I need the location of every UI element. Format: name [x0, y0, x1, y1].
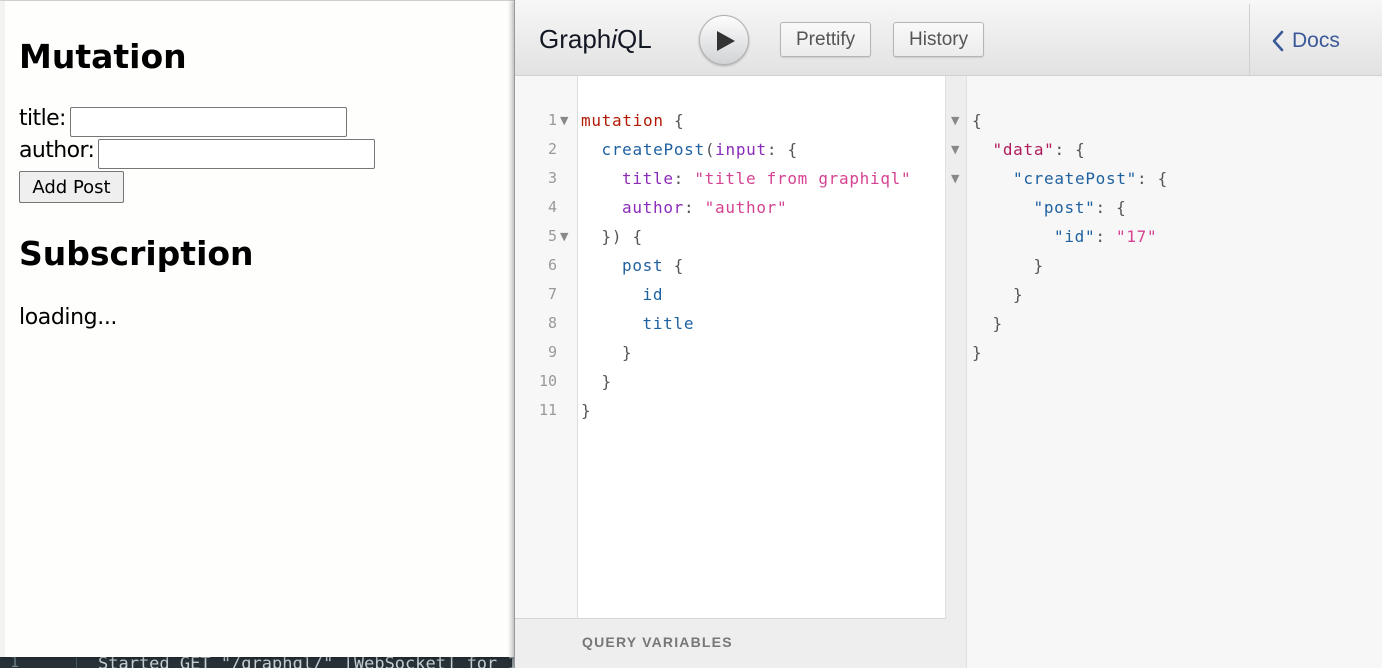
code-line: title	[643, 309, 695, 338]
line-number: 5	[547, 227, 557, 245]
result-line: }	[1034, 251, 1044, 280]
line-number: 4	[547, 198, 557, 216]
result-token: "17"	[1116, 227, 1158, 246]
code-line: author: "author"	[622, 193, 787, 222]
code-line: mutation {	[581, 106, 684, 135]
result-line: }	[1013, 280, 1023, 309]
loading-text: loading...	[19, 305, 118, 330]
code-token: }) {	[601, 227, 643, 246]
code-line: }	[602, 367, 612, 396]
line-number: 6	[547, 256, 557, 274]
subscription-heading: Subscription	[19, 234, 254, 273]
code-token: createPost	[601, 140, 705, 159]
code-token: input	[715, 140, 767, 159]
result-line: {	[972, 106, 982, 135]
query-variables-label: QUERY VARIABLES	[582, 634, 733, 650]
line-number: 11	[538, 401, 557, 419]
result-token: :	[1095, 227, 1117, 246]
code-line: id	[643, 280, 664, 309]
code-token: : {	[766, 140, 798, 159]
mutation-heading: Mutation	[19, 37, 187, 76]
line-number: 7	[547, 285, 557, 303]
line-number: 9	[547, 343, 557, 361]
graphiql-title-suffix: QL	[617, 24, 652, 54]
result-line: "post": {	[1034, 193, 1127, 222]
result-token: "post"	[1033, 198, 1096, 217]
docs-area: Docs	[1249, 4, 1382, 76]
code-line: title: "title from graphiql"	[622, 164, 911, 193]
docs-label: Docs	[1292, 29, 1340, 52]
result-token: }	[1033, 256, 1044, 275]
code-token: title	[622, 169, 674, 188]
result-token: {	[972, 111, 983, 130]
code-token: {	[663, 111, 685, 130]
code-line: createPost(input: {	[602, 135, 798, 164]
result-token: "data"	[992, 140, 1055, 159]
title-input[interactable]	[70, 107, 347, 137]
graphiql-window: GraphiQL Prettify History Docs 1 ▼ mutatio…	[514, 0, 1382, 668]
code-token: :	[673, 169, 695, 188]
docs-button[interactable]: Docs	[1272, 26, 1340, 56]
history-button[interactable]: History	[893, 22, 985, 57]
code-line: post {	[622, 251, 684, 280]
fold-toggle-icon[interactable]: ▼	[951, 106, 959, 135]
result-token: }	[1013, 285, 1024, 304]
code-line: }) {	[602, 222, 643, 251]
result-token: }	[992, 314, 1003, 333]
code-token: "author"	[704, 198, 788, 217]
result-token: : {	[1054, 140, 1086, 159]
line-number: 10	[538, 372, 557, 390]
code-token: "title from graphiql"	[694, 169, 912, 188]
code-token: {	[663, 256, 685, 275]
app-page: Mutation title: author: Add Post Subscri…	[0, 0, 520, 657]
result-line: "createPost": {	[1013, 164, 1168, 193]
result-token: : {	[1095, 198, 1127, 217]
graphiql-title: GraphiQL	[539, 24, 652, 55]
graphiql-toolbar: GraphiQL Prettify History Docs	[515, 0, 1382, 76]
query-editor[interactable]: 1 ▼ mutation {2 createPost(input: {3 title: …	[515, 76, 946, 668]
code-token: author	[622, 198, 684, 217]
code-token: }	[622, 343, 633, 362]
code-token: mutation	[581, 111, 664, 130]
code-token: id	[642, 285, 664, 304]
code-token: (	[704, 140, 716, 159]
code-line: }	[622, 338, 632, 367]
result-line: }	[993, 309, 1003, 338]
graphiql-title-prefix: Graph	[539, 24, 612, 54]
fold-toggle-icon[interactable]: ▼	[951, 164, 959, 193]
code-line: }	[581, 396, 591, 425]
page-edge	[0, 1, 5, 657]
chevron-left-icon	[1272, 30, 1284, 52]
result-token: "id"	[1054, 227, 1096, 246]
title-label: title:	[19, 106, 66, 131]
author-input[interactable]	[98, 139, 375, 169]
add-post-button[interactable]: Add Post	[19, 171, 124, 203]
line-number: 1	[547, 111, 557, 129]
query-variables-bar[interactable]: QUERY VARIABLES	[515, 618, 946, 668]
code-token: post	[622, 256, 664, 275]
result-line: "id": "17"	[1054, 222, 1157, 251]
line-number: 8	[547, 314, 557, 332]
result-token: : {	[1137, 169, 1168, 188]
result-line: }	[972, 338, 982, 367]
code-token: }	[581, 401, 592, 420]
line-number: 3	[547, 169, 557, 187]
line-number: 2	[547, 140, 557, 158]
fold-toggle-icon[interactable]: ▼	[560, 222, 568, 251]
prettify-button[interactable]: Prettify	[780, 22, 872, 57]
result-token: "createPost"	[1013, 169, 1137, 188]
result-line: "data": {	[993, 135, 1086, 164]
fold-toggle-icon[interactable]: ▼	[560, 106, 568, 135]
author-label: author:	[19, 138, 95, 163]
fold-toggle-icon[interactable]: ▼	[951, 135, 959, 164]
code-token: }	[601, 372, 612, 391]
code-token: title	[642, 314, 695, 333]
execute-query-button[interactable]	[699, 15, 749, 65]
result-token: }	[972, 343, 983, 362]
desktop: 1 Started GET "/graphql/" [WebSocket] fo…	[0, 0, 1382, 668]
result-viewer: ▼{▼ "data": {▼ "createPost": {"post": {"id…	[946, 76, 1382, 668]
code-token: :	[684, 198, 705, 217]
play-icon	[717, 31, 735, 51]
